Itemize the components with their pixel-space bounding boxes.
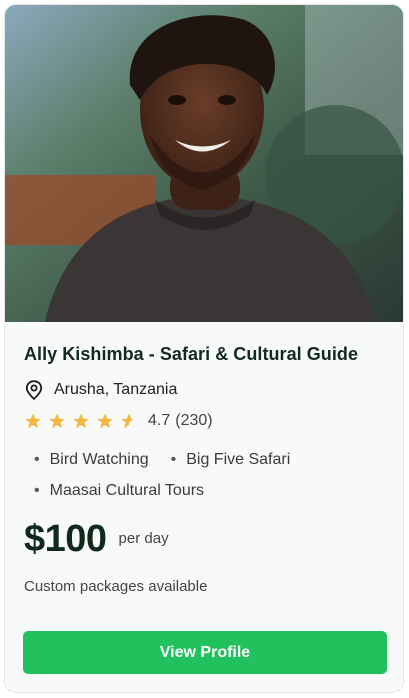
guide-portrait-image — [5, 5, 403, 322]
location-row: Arusha, Tanzania — [24, 379, 385, 401]
price-row: $100 per day — [24, 518, 385, 568]
card-body: Ally Kishimba - Safari & Cultural Guide … — [5, 344, 403, 595]
specialty-item: • Bird Watching — [34, 451, 149, 468]
specialty-item: • Big Five Safari — [170, 451, 291, 468]
map-pin-icon — [24, 379, 44, 401]
specialty-list: • Bird Watching • Big Five Safari • Maasai … — [24, 449, 324, 502]
rating-row: 4.7 (230) — [24, 410, 385, 432]
view-profile-button[interactable]: View Profile — [23, 631, 387, 674]
guide-photo — [5, 5, 403, 322]
guide-title: Ally Kishimba - Safari & Cultural Guide — [24, 344, 359, 364]
star-icon — [25, 413, 41, 429]
specialty-item: • Maasai Cultural Tours — [34, 482, 205, 499]
rating-count: (230) — [175, 412, 213, 429]
price-unit: per day — [118, 530, 169, 547]
star-icon — [97, 413, 113, 429]
star-rating — [24, 412, 138, 430]
star-icon — [49, 413, 65, 429]
star-icon — [73, 413, 89, 429]
location-text: Arusha, Tanzania — [54, 381, 178, 398]
rating-value: 4.7 — [148, 412, 171, 429]
half-star-icon — [121, 413, 134, 429]
price-amount: $100 — [24, 518, 107, 560]
guide-card: Ally Kishimba - Safari & Cultural Guide … — [4, 4, 404, 693]
custom-packages-note: Custom packages available — [24, 578, 208, 595]
